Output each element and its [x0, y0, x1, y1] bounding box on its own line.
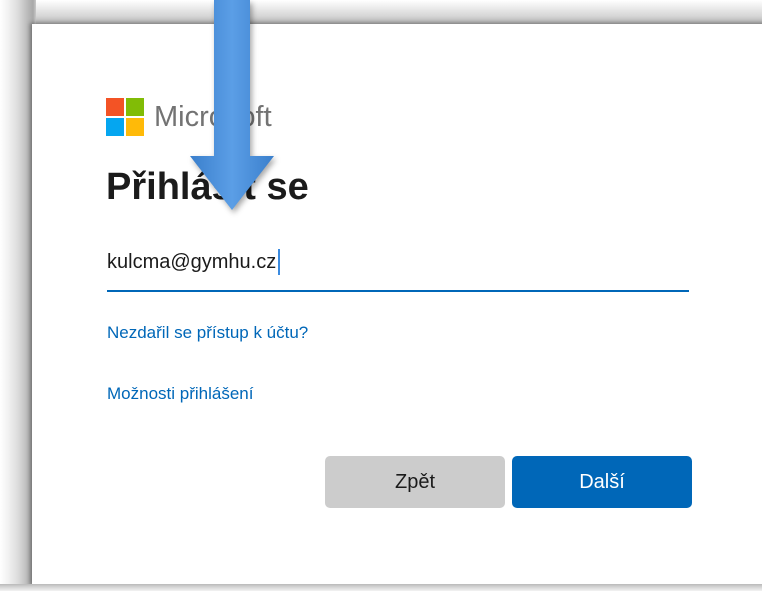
microsoft-logo-icon	[106, 98, 144, 136]
signin-options-link[interactable]: Možnosti přihlášení	[107, 384, 253, 404]
back-button[interactable]: Zpět	[325, 456, 505, 508]
window-frame-bottom	[0, 584, 762, 591]
window-frame-left	[0, 0, 36, 591]
cant-access-account-link[interactable]: Nezdařil se přístup k účtu?	[107, 323, 308, 343]
page-title: Přihlásit se	[106, 166, 309, 208]
logo-text: Microsoft	[154, 100, 272, 133]
email-field[interactable]	[107, 244, 689, 292]
microsoft-logo: Microsoft	[106, 97, 272, 137]
next-button[interactable]: Další	[512, 456, 692, 508]
